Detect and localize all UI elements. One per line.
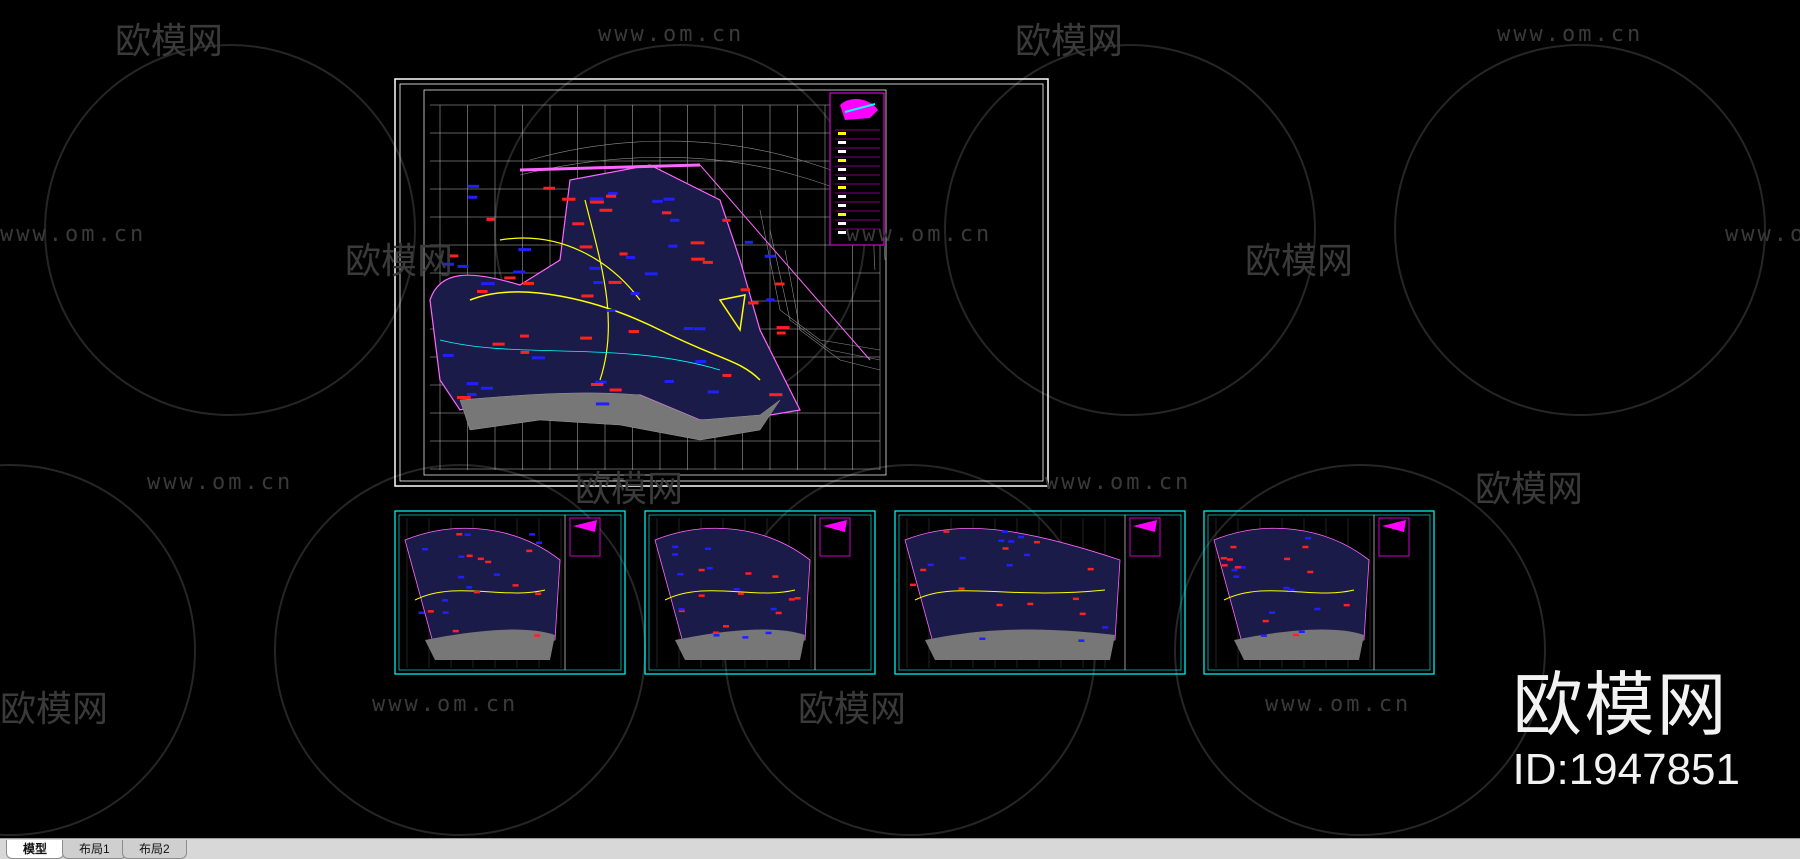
watermark-text: 欧模网 [345,241,454,282]
watermark-text: www.om.cn [1725,222,1800,247]
watermark-text: www.om.cn [0,222,147,247]
watermark-text: www.om.cn [1497,22,1644,47]
sub-drawing-sheets[interactable] [394,510,1435,675]
watermark-text: 欧模网 [115,21,224,62]
watermark-text: www.om.cn [1265,692,1412,717]
brand-watermark: 欧模网 ID:1947851 [1512,665,1740,795]
watermark-text: www.om.cn [846,222,993,247]
watermark-text: 欧模网 [1475,469,1584,510]
layout-tab-bar: 模型 布局1 布局2 [0,838,1800,859]
watermark-text: 欧模网 [0,689,109,730]
main-drawing-sheet[interactable] [394,78,1049,487]
watermark-text: 欧模网 [575,469,684,510]
watermark-text: 欧模网 [798,689,907,730]
sub-sheet-3[interactable] [894,510,1186,675]
brand-name: 欧模网 [1512,664,1729,746]
watermark-text: www.om.cn [147,470,294,495]
watermark-text: www.om.cn [598,22,745,47]
sub-sheet-2[interactable] [644,510,876,675]
resource-id: ID:1947851 [1512,745,1740,794]
watermark-text: www.om.cn [372,692,519,717]
watermark-text: www.om.cn [1045,470,1192,495]
tab-model[interactable]: 模型 [6,840,65,859]
tab-layout1[interactable]: 布局1 [62,840,127,859]
watermark-text: 欧模网 [1245,241,1354,282]
sub-sheet-1[interactable] [394,510,626,675]
tab-layout2[interactable]: 布局2 [122,840,187,859]
sub-sheet-4[interactable] [1203,510,1435,675]
watermark-text: 欧模网 [1015,21,1124,62]
